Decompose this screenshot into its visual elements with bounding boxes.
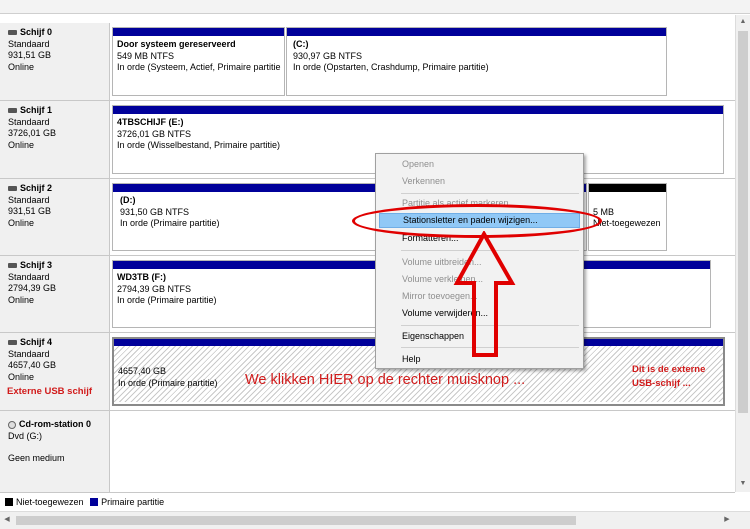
legend-unallocated: Niet-toegewezen xyxy=(16,497,84,507)
disk-label-3[interactable]: Schijf 3 Standaard 2794,39 GB Online xyxy=(0,256,110,332)
vertical-scroll-thumb[interactable] xyxy=(738,31,748,413)
external-usb-note: Dit is de externe USB-schijf ... xyxy=(632,363,727,391)
scroll-right-icon[interactable]: ▶ xyxy=(720,513,734,527)
disk-size: 3726,01 GB xyxy=(8,128,57,138)
partition-size: 3726,01 GB NTFS xyxy=(117,128,192,139)
disk-size: 931,51 GB xyxy=(8,206,52,216)
disk-icon xyxy=(8,30,17,36)
disk-type: Standaard xyxy=(8,194,50,205)
partition-c[interactable]: (C:) 930,97 GB NTFS In orde (Opstarten, … xyxy=(286,27,667,96)
cdrom-row: Cd-rom-station 0 Dvd (G:) Geen medium xyxy=(0,411,735,492)
disk-name: Schijf 1 xyxy=(20,105,53,115)
disk-label-2[interactable]: Schijf 2 Standaard 931,51 GB Online xyxy=(0,179,110,255)
disk-icon xyxy=(8,186,17,192)
disk-status: Online xyxy=(8,139,35,150)
partition-name: (C:) xyxy=(293,39,309,49)
cdrom-status: Geen medium xyxy=(8,453,65,463)
disk-type: Standaard xyxy=(8,348,50,359)
disk-name: Schijf 2 xyxy=(20,183,53,193)
partition-name: 4TBSCHIJF (E:) xyxy=(117,117,184,127)
cdrom-icon xyxy=(8,420,16,429)
disk-label-1[interactable]: Schijf 1 Standaard 3726,01 GB Online xyxy=(0,101,110,178)
disk-status: Online xyxy=(8,217,35,228)
disk-size: 2794,39 GB xyxy=(8,283,57,293)
external-usb-annotation: Externe USB schijf xyxy=(7,386,92,397)
primary-swatch xyxy=(90,498,99,506)
partition-size: 930,97 GB NTFS xyxy=(293,50,363,61)
disk-label-4[interactable]: Schijf 4 Standaard 4657,40 GB Online Ext… xyxy=(0,333,110,410)
disk-list-pane: Schijf 0 Standaard 931,51 GB Online Door… xyxy=(0,15,735,492)
partition-status: In orde (Wisselbestand, Primaire partiti… xyxy=(117,140,281,150)
disk-row-0: Schijf 0 Standaard 931,51 GB Online Door… xyxy=(0,23,735,101)
cdrom-type: Dvd (G:) xyxy=(8,430,43,441)
legend: Niet-toegewezen Primaire partitie xyxy=(0,492,735,511)
partition-status: In orde (Systeem, Actief, Primaire parti… xyxy=(117,62,281,72)
disk-icon xyxy=(8,340,17,346)
right-click-annotation: We klikken HIER op de rechter muisknop .… xyxy=(245,372,526,388)
partition-size: 5 MB xyxy=(593,206,615,217)
disk-size: 931,51 GB xyxy=(8,50,52,60)
disk-status: Online xyxy=(8,371,35,382)
menu-item-openen[interactable]: Openen xyxy=(379,157,580,172)
disk-status: Online xyxy=(8,61,35,72)
disk-icon xyxy=(8,263,17,269)
disk-row-1: Schijf 1 Standaard 3726,01 GB Online 4TB… xyxy=(0,101,735,179)
menu-item-verkennen[interactable]: Verkennen xyxy=(379,174,580,189)
disk-name: Schijf 0 xyxy=(20,27,53,37)
disk-size: 4657,40 GB xyxy=(8,360,57,370)
vertical-scrollbar[interactable]: ▲ ▼ xyxy=(735,15,750,492)
disk-name: Schijf 3 xyxy=(20,260,53,270)
scroll-up-icon[interactable]: ▲ xyxy=(736,15,750,29)
partition-name xyxy=(593,195,662,207)
cdrom-name: Cd-rom-station 0 xyxy=(19,419,91,429)
disk-icon xyxy=(8,108,17,114)
partition-system-reserved[interactable]: Door systeem gereserveerd 549 MB NTFS In… xyxy=(112,27,285,96)
partition-status: In orde (Opstarten, Crashdump, Primaire … xyxy=(293,62,489,72)
up-arrow-annotation xyxy=(453,231,516,357)
cdrom-label[interactable]: Cd-rom-station 0 Dvd (G:) Geen medium xyxy=(0,411,110,492)
partition-name: Door systeem gereserveerd xyxy=(117,39,236,49)
disk-type: Standaard xyxy=(8,38,50,49)
legend-primary: Primaire partitie xyxy=(101,497,165,507)
scroll-down-icon[interactable]: ▼ xyxy=(736,477,750,491)
horizontal-scroll-thumb[interactable] xyxy=(16,516,576,525)
external-note-line1: Dit is de externe xyxy=(632,364,706,375)
partition-status: Niet-toegewezen xyxy=(593,218,661,228)
disk-name: Schijf 4 xyxy=(20,337,53,347)
disk-row-3: Schijf 3 Standaard 2794,39 GB Online WD3… xyxy=(0,256,735,333)
disk-type: Standaard xyxy=(8,116,50,127)
horizontal-scrollbar[interactable]: ◀ ▶ xyxy=(0,511,750,529)
disk-label-0[interactable]: Schijf 0 Standaard 931,51 GB Online xyxy=(0,23,110,100)
scroll-left-icon[interactable]: ◀ xyxy=(0,513,14,527)
partition-size: 549 MB NTFS xyxy=(117,50,175,61)
top-toolbar xyxy=(0,0,750,14)
disk-status: Online xyxy=(8,294,35,305)
external-note-line2: USB-schijf ... xyxy=(632,378,691,389)
disk-type: Standaard xyxy=(8,271,50,282)
unallocated-swatch xyxy=(5,498,13,506)
